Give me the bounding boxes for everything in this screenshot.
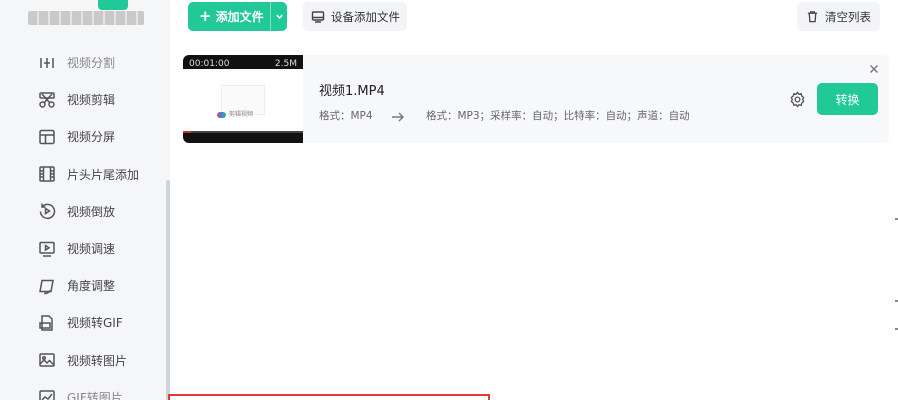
sidebar: ▓▓▓▓▓▓▓▓ 视频分割 视频剪辑 视频分屏 片头片尾添加 bbox=[0, 0, 170, 400]
clear-list-button[interactable]: 清空列表 bbox=[797, 2, 880, 31]
device-add-file-button[interactable]: 设备添加文件 bbox=[303, 2, 407, 31]
gear-icon[interactable] bbox=[789, 91, 806, 108]
clear-list-label: 清空列表 bbox=[825, 9, 871, 24]
sidebar-item-label: 视频分屏 bbox=[67, 130, 116, 145]
sidebar-item-label: 视频转GIF bbox=[67, 316, 123, 331]
sidebar-item-label: 视频调速 bbox=[67, 242, 116, 257]
brand-tag bbox=[98, 0, 128, 10]
sidebar-item-video-to-gif[interactable]: 视频转GIF bbox=[0, 304, 166, 341]
split-screen-icon bbox=[38, 128, 56, 146]
sidebar-item-intro-outro[interactable]: 片头片尾添加 bbox=[0, 156, 166, 193]
sidebar-item-label: 片头片尾添加 bbox=[67, 167, 140, 182]
sidebar-item-label: 视频转图片 bbox=[67, 353, 128, 368]
file-card: 剪辑视频 00:01:00 2.5M 视频1.MP4 格式：MP4 格式：MP3… bbox=[183, 55, 889, 143]
sidebar-item-label: 视频分割 bbox=[67, 56, 116, 71]
sidebar-nav: 视频分割 视频剪辑 视频分屏 片头片尾添加 视频倒放 视频调速 角度调整 视频转… bbox=[0, 44, 166, 400]
thumbnail-frame: 剪辑视频 bbox=[183, 69, 303, 131]
sidebar-item-split-screen[interactable]: 视频分屏 bbox=[0, 118, 166, 155]
sidebar-item-label: 角度调整 bbox=[67, 279, 116, 294]
thumbnail-progress bbox=[183, 131, 303, 133]
sidebar-item-gif-to-image[interactable]: GIF转图片 bbox=[0, 379, 166, 400]
sidebar-item-video-to-image[interactable]: 视频转图片 bbox=[0, 342, 166, 379]
plus-icon: + bbox=[199, 7, 212, 25]
speed-monitor-icon bbox=[38, 240, 56, 258]
sidebar-item-label: 视频倒放 bbox=[67, 204, 116, 219]
add-file-main[interactable]: + 添加文件 bbox=[188, 2, 270, 31]
add-file-button[interactable]: + 添加文件 bbox=[188, 2, 287, 31]
thumbnail-logo: 剪辑视频 bbox=[217, 109, 253, 118]
rewind-icon bbox=[38, 202, 56, 220]
sidebar-item-reverse[interactable]: 视频倒放 bbox=[0, 193, 166, 230]
image-icon bbox=[38, 351, 56, 369]
split-icon bbox=[38, 54, 56, 72]
device-icon bbox=[311, 10, 325, 23]
selection-outline bbox=[168, 394, 490, 400]
sidebar-scrollbar[interactable] bbox=[166, 180, 170, 400]
brand: ▓▓▓▓▓▓▓▓ bbox=[28, 0, 144, 26]
gif-icon bbox=[38, 314, 56, 332]
sidebar-item-video-edit[interactable]: 视频剪辑 bbox=[0, 81, 166, 118]
file-name: 视频1.MP4 bbox=[319, 84, 385, 99]
chevron-down-icon bbox=[275, 14, 283, 19]
film-strip-icon bbox=[38, 165, 56, 183]
arrow-right-icon bbox=[391, 108, 405, 122]
chart-image-icon bbox=[38, 388, 56, 400]
sidebar-item-speed[interactable]: 视频调速 bbox=[0, 230, 166, 267]
sidebar-item-label: 视频剪辑 bbox=[67, 93, 116, 108]
add-file-label: 添加文件 bbox=[215, 10, 264, 24]
sidebar-item-angle[interactable]: 角度调整 bbox=[0, 267, 166, 304]
video-thumbnail[interactable]: 剪辑视频 00:01:00 2.5M bbox=[183, 55, 303, 143]
scissors-icon bbox=[38, 91, 56, 109]
target-format: 格式：MP3；采样率：自动；比特率：自动；声道：自动 bbox=[426, 110, 690, 122]
add-file-dropdown[interactable] bbox=[270, 2, 287, 31]
brand-name: ▓▓▓▓▓▓▓▓ bbox=[28, 11, 144, 25]
sidebar-item-video-split[interactable]: 视频分割 bbox=[0, 44, 166, 81]
close-icon[interactable] bbox=[869, 59, 879, 73]
video-duration: 00:01:00 bbox=[189, 59, 230, 69]
sidebar-item-label: GIF转图片 bbox=[67, 390, 123, 400]
device-add-file-label: 设备添加文件 bbox=[331, 9, 400, 24]
video-size: 2.5M bbox=[274, 59, 297, 69]
convert-button[interactable]: 转换 bbox=[817, 83, 878, 115]
right-edge bbox=[894, 0, 898, 400]
rotate-icon bbox=[38, 277, 56, 295]
source-format: 格式：MP4 bbox=[319, 110, 373, 122]
trash-icon bbox=[807, 11, 818, 23]
